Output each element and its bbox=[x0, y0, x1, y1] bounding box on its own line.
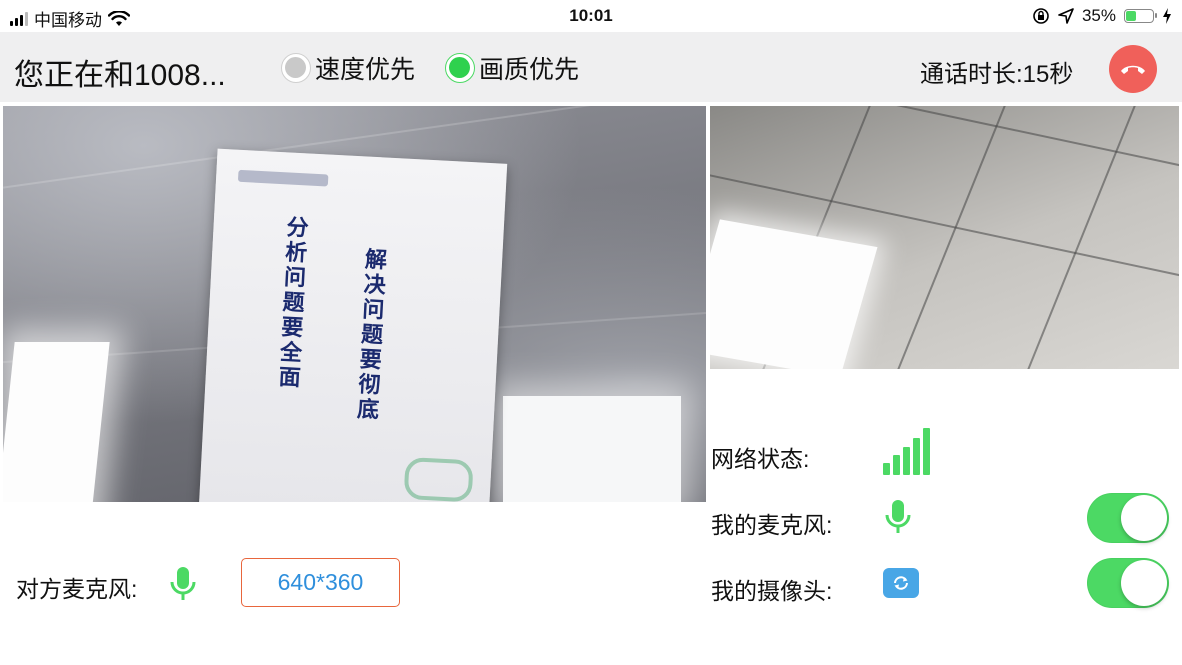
microphone-icon bbox=[885, 500, 911, 533]
status-bar: 中国移动 10:01 35% bbox=[0, 0, 1182, 32]
poster-text: 解决问题要彻底 bbox=[356, 246, 388, 423]
signal-strength-icon bbox=[883, 428, 930, 475]
radio-speed[interactable] bbox=[281, 53, 311, 83]
battery-icon bbox=[1124, 9, 1157, 23]
poster-logo bbox=[237, 169, 329, 187]
quality-option-quality[interactable]: 画质优先 bbox=[445, 50, 579, 86]
status-right: 35% bbox=[1032, 6, 1172, 26]
ceiling-light bbox=[503, 396, 681, 502]
call-title: 您正在和1008... bbox=[14, 59, 226, 92]
status-time: 10:01 bbox=[569, 6, 613, 25]
my-camera-toggle[interactable] bbox=[1087, 558, 1169, 608]
hangup-button[interactable] bbox=[1109, 45, 1157, 93]
toggle-knob bbox=[1121, 495, 1167, 541]
radio-quality[interactable] bbox=[445, 53, 475, 83]
ceiling-light bbox=[3, 342, 110, 502]
switch-camera-icon[interactable] bbox=[883, 568, 919, 598]
location-icon bbox=[1058, 8, 1074, 24]
my-mic-label: 我的麦克风: bbox=[711, 512, 833, 538]
battery-fill bbox=[1126, 11, 1136, 21]
microphone-icon bbox=[170, 567, 196, 600]
network-status-label: 网络状态: bbox=[711, 446, 810, 472]
my-mic-toggle[interactable] bbox=[1087, 493, 1169, 543]
poster-decoration bbox=[403, 456, 474, 502]
poster-text: 分析问题要全面 bbox=[278, 214, 310, 391]
quality-option-label: 画质优先 bbox=[479, 56, 580, 84]
hangup-phone-icon bbox=[1121, 65, 1145, 74]
charging-icon bbox=[1163, 8, 1171, 24]
battery-percent: 35% bbox=[1081, 6, 1116, 25]
call-duration: 通话时长:15秒 bbox=[920, 61, 1074, 88]
call-header: 您正在和1008... 速度优先 画质优先 通话时长:15秒 bbox=[0, 32, 1182, 102]
switch-camera-glyph bbox=[894, 576, 908, 590]
local-video[interactable] bbox=[710, 106, 1179, 369]
my-camera-label: 我的摄像头: bbox=[711, 578, 833, 604]
toggle-knob bbox=[1121, 560, 1167, 606]
orientation-lock-icon bbox=[1033, 8, 1049, 24]
remote-video: 分析问题要全面 解决问题要彻底 bbox=[3, 106, 706, 502]
quality-option-label: 速度优先 bbox=[315, 56, 416, 84]
poster: 分析问题要全面 解决问题要彻底 bbox=[198, 148, 508, 502]
peer-mic-label: 对方麦克风: bbox=[16, 576, 138, 602]
quality-option-speed[interactable]: 速度优先 bbox=[281, 50, 415, 86]
resolution-badge[interactable]: 640*360 bbox=[241, 558, 400, 607]
